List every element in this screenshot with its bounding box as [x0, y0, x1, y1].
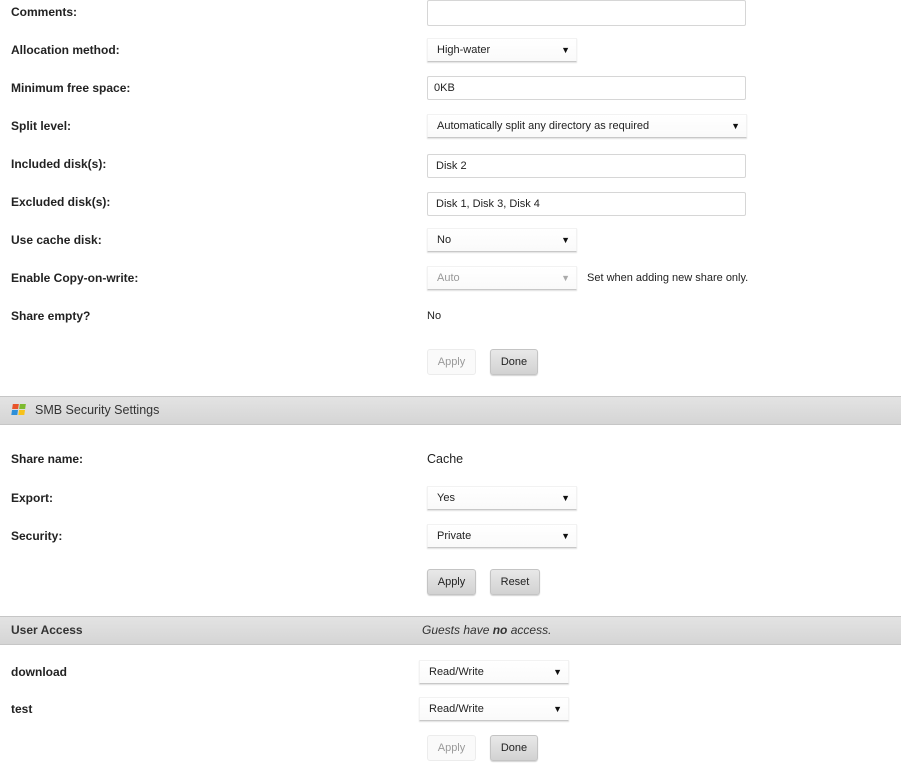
allocation-method-label: Allocation method: — [11, 43, 120, 57]
smb-apply-button[interactable]: Apply — [427, 569, 476, 595]
use-cache-disk-label: Use cache disk: — [11, 233, 102, 247]
split-level-select[interactable]: Automatically split any directory as req… — [427, 114, 747, 138]
export-value: Yes — [437, 492, 455, 504]
guest-note-emphasis: no — [492, 623, 508, 637]
allocation-method-select[interactable]: High-water ▼ — [427, 38, 577, 62]
allocation-method-value: High-water — [437, 44, 491, 56]
user-access-select-download[interactable]: Read/Write ▼ — [419, 660, 569, 684]
comments-input[interactable] — [427, 0, 746, 26]
smb-security-title: SMB Security Settings — [35, 403, 160, 417]
smb-reset-button[interactable]: Reset — [490, 569, 540, 595]
security-select[interactable]: Private ▼ — [427, 524, 577, 548]
copy-on-write-value: Auto — [437, 272, 460, 284]
dropdown-arrow-icon: ▼ — [561, 235, 570, 245]
dropdown-arrow-icon: ▼ — [561, 273, 570, 283]
share-empty-value: No — [427, 310, 442, 322]
comments-label: Comments: — [11, 5, 78, 19]
use-cache-disk-select[interactable]: No ▼ — [427, 228, 577, 252]
export-select[interactable]: Yes ▼ — [427, 486, 577, 510]
minimum-free-space-label: Minimum free space: — [11, 81, 131, 95]
excluded-disks-label: Excluded disk(s): — [11, 195, 111, 209]
guest-access-note: Guests have no access. — [422, 623, 551, 637]
guest-note-suffix: access. — [507, 623, 552, 637]
copy-on-write-note: Set when adding new share only. — [587, 272, 749, 284]
apply-button[interactable]: Apply — [427, 349, 476, 375]
use-cache-disk-value: No — [437, 234, 452, 246]
split-level-value: Automatically split any directory as req… — [437, 120, 650, 132]
user-access-value: Read/Write — [429, 703, 484, 715]
windows-logo-icon — [11, 404, 27, 416]
excluded-disks-input[interactable]: Disk 1, Disk 3, Disk 4 — [427, 192, 746, 216]
dropdown-arrow-icon: ▼ — [561, 45, 570, 55]
dropdown-arrow-icon: ▼ — [553, 667, 562, 677]
minimum-free-space-input[interactable]: 0KB — [427, 76, 746, 100]
included-disks-input[interactable]: Disk 2 — [427, 154, 746, 178]
smb-security-header: SMB Security Settings — [0, 396, 901, 425]
dropdown-arrow-icon: ▼ — [561, 493, 570, 503]
user-access-select-test[interactable]: Read/Write ▼ — [419, 697, 569, 721]
done-button[interactable]: Done — [490, 349, 538, 375]
included-disks-label: Included disk(s): — [11, 157, 107, 171]
user-name-test: test — [11, 702, 33, 716]
share-name-value: Cache — [427, 452, 464, 466]
user-access-done-button[interactable]: Done — [490, 735, 538, 761]
split-level-label: Split level: — [11, 119, 72, 133]
user-access-value: Read/Write — [429, 666, 484, 678]
share-name-label: Share name: — [11, 452, 84, 466]
dropdown-arrow-icon: ▼ — [553, 704, 562, 714]
dropdown-arrow-icon: ▼ — [731, 121, 740, 131]
guest-note-prefix: Guests have — [422, 623, 493, 637]
security-value: Private — [437, 530, 472, 542]
user-access-title: User Access — [11, 623, 83, 637]
user-access-header: User Access Guests have no access. — [0, 616, 901, 645]
copy-on-write-select[interactable]: Auto ▼ — [427, 266, 577, 290]
copy-on-write-label: Enable Copy-on-write: — [11, 271, 139, 285]
dropdown-arrow-icon: ▼ — [561, 531, 570, 541]
user-name-download: download — [11, 665, 67, 679]
security-label: Security: — [11, 529, 63, 543]
export-label: Export: — [11, 491, 53, 505]
user-access-apply-button[interactable]: Apply — [427, 735, 476, 761]
share-empty-label: Share empty? — [11, 309, 91, 323]
